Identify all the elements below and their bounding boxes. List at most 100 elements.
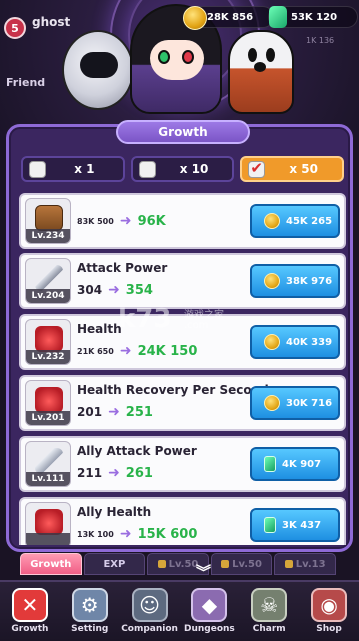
- ghostface-eye-right: [266, 48, 275, 62]
- upgrade-name: Attack Power: [77, 261, 168, 275]
- chevron-down-icon[interactable]: ︾: [196, 561, 211, 582]
- nav-label: Dungeons: [184, 624, 235, 634]
- upgrade-buy-button[interactable]: 30K 716: [250, 386, 340, 420]
- multiplier-label: x 50: [289, 162, 318, 176]
- upgrade-thumbnail: Lv.111: [25, 441, 71, 487]
- upgrade-buy-button[interactable]: 3K 437: [250, 508, 340, 542]
- gold-coin-icon: [264, 213, 280, 229]
- multiplier-x1[interactable]: x 1: [21, 156, 125, 182]
- tab-growth[interactable]: Growth: [20, 553, 82, 575]
- gem-counter[interactable]: 53K 120: [268, 6, 358, 28]
- upgrade-cost: 3K 437: [282, 519, 322, 531]
- upgrade-level: Lv.201: [26, 411, 70, 425]
- multiplier-x50[interactable]: x 50: [240, 156, 345, 182]
- next-value: 354: [125, 282, 153, 298]
- upgrade-cost: 30K 716: [286, 397, 333, 409]
- upgrade-thumbnail: Lv.232: [25, 319, 71, 365]
- player-level-badge: 5: [4, 17, 26, 39]
- upgrade-name: Ally Health: [77, 505, 152, 519]
- sword-icon: [35, 265, 63, 291]
- arrow-right-icon: ➜: [119, 526, 132, 542]
- nav-label: Growth: [11, 624, 49, 634]
- shop-icon: ◉: [311, 588, 348, 622]
- arrow-right-icon: ➜: [108, 282, 120, 298]
- gold-coin-icon: [264, 395, 280, 411]
- nav-setting[interactable]: ⚙ Setting: [60, 582, 120, 641]
- nav-dungeons[interactable]: ◆ Dungeons: [179, 582, 239, 641]
- nav-charm[interactable]: ☠ Charm: [239, 582, 299, 641]
- multiplier-label: x 1: [74, 162, 95, 176]
- upgrade-level: Lv.111: [26, 472, 70, 486]
- upgrade-level: Lv.232: [26, 350, 70, 364]
- upgrade-values: 304 ➜ 354: [77, 282, 153, 298]
- arrow-right-icon: ➜: [108, 404, 120, 420]
- charm-icon: ☠: [251, 588, 288, 622]
- companion-icon: ☺: [131, 588, 168, 622]
- nav-growth[interactable]: ✕ Growth: [0, 582, 60, 641]
- next-value: 24K 150: [137, 343, 198, 359]
- nav-label: Shop: [316, 624, 342, 634]
- ghost-sword-icon: [35, 448, 63, 474]
- tab-locked-2[interactable]: Lv.50: [210, 553, 273, 575]
- tab-label: Lv.50: [168, 558, 199, 570]
- lock-icon: [284, 560, 293, 568]
- gem-amount: 53K 120: [291, 11, 338, 23]
- tab-locked-3[interactable]: Lv.13: [274, 553, 336, 575]
- upgrade-buy-button[interactable]: 4K 907: [250, 447, 340, 481]
- upgrade-cost: 40K 339: [286, 336, 333, 348]
- heart-plus-icon: [35, 387, 63, 413]
- arrow-right-icon: ➜: [119, 343, 132, 359]
- gold-coin-icon: [264, 273, 280, 289]
- multiplier-selector: x 1 x 10 x 50: [21, 156, 345, 184]
- nav-shop[interactable]: ◉ Shop: [299, 582, 359, 641]
- upgrade-values: 211 ➜ 261: [77, 465, 153, 481]
- friend-button[interactable]: Friend: [6, 76, 45, 89]
- multiplier-label: x 10: [179, 162, 209, 176]
- ghost-heart-icon: [35, 509, 63, 535]
- upgrade-values: 13K 100 ➜ 15K 600: [77, 526, 197, 542]
- upgrade-cost: 38K 976: [286, 275, 333, 287]
- upgrade-level: Lv.204: [26, 289, 70, 303]
- arrow-right-icon: ➜: [108, 465, 120, 481]
- astronaut-character: [62, 30, 134, 110]
- gold-coin-icon: [264, 334, 280, 350]
- ghostface-mouth: [254, 62, 266, 72]
- current-value: 83K 500: [77, 216, 114, 226]
- tab-label: Lv.50: [232, 558, 262, 570]
- category-tabs: Growth EXP Lv.50 Lv.50 Lv.13: [20, 553, 336, 577]
- next-value: 96K: [137, 213, 166, 229]
- current-value: 304: [77, 283, 103, 297]
- gem-sub-amount: 1K 136: [306, 36, 335, 45]
- tab-exp[interactable]: EXP: [83, 553, 146, 575]
- upgrade-item-chest: Lv.234 83K 500 ➜ 96K 45K 265: [19, 193, 346, 249]
- next-value: 251: [125, 404, 153, 420]
- nav-label: Setting: [71, 624, 109, 634]
- multiplier-x10[interactable]: x 10: [130, 156, 235, 182]
- upgrade-name: Health: [77, 322, 122, 336]
- nav-label: Charm: [252, 624, 286, 634]
- upgrade-buy-button[interactable]: 45K 265: [250, 204, 340, 238]
- close-icon: ✕: [11, 588, 48, 622]
- dungeon-icon: ◆: [191, 588, 228, 622]
- upgrade-thumbnail: [25, 502, 71, 545]
- treasure-chest-icon: [35, 205, 63, 231]
- gem-icon: [264, 517, 276, 533]
- bottom-nav: ✕ Growth ⚙ Setting ☺ Companion ◆ Dungeon…: [0, 580, 359, 641]
- upgrade-name: Ally Attack Power: [77, 444, 197, 458]
- next-value: 261: [125, 465, 153, 481]
- nav-companion[interactable]: ☺ Companion: [120, 582, 180, 641]
- panel-title: Growth: [116, 120, 250, 144]
- gold-counter[interactable]: 28K 856: [183, 6, 274, 30]
- upgrade-list[interactable]: Lv.234 83K 500 ➜ 96K 45K 265 Lv.204 Atta…: [19, 193, 346, 545]
- character-eye-green: [158, 50, 170, 64]
- current-value: 13K 100: [77, 529, 114, 539]
- player-name: ghost: [32, 15, 71, 29]
- upgrade-values: 83K 500 ➜ 96K: [77, 213, 166, 229]
- character-eye-red: [182, 50, 194, 64]
- current-value: 201: [77, 405, 103, 419]
- upgrade-buy-button[interactable]: 38K 976: [250, 264, 340, 298]
- upgrade-buy-button[interactable]: 40K 339: [250, 325, 340, 359]
- upgrade-item-ally-attack-power: Lv.111 Ally Attack Power 211 ➜ 261 4K 90…: [19, 436, 346, 492]
- tab-label: Lv.13: [295, 558, 326, 570]
- checkbox-icon: [29, 160, 46, 178]
